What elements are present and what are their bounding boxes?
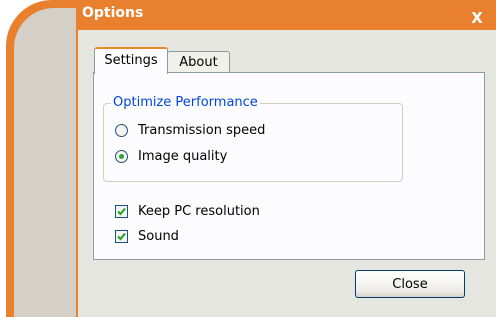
tab-settings[interactable]: Settings	[94, 47, 168, 74]
checkbox[interactable]	[115, 205, 128, 218]
checkmark-icon	[117, 232, 126, 241]
checkbox-keep-pc-resolution[interactable]: Keep PC resolution	[115, 204, 260, 219]
window-title: Options	[82, 5, 144, 21]
checkmark-icon	[117, 207, 126, 216]
optimize-performance-group	[103, 103, 403, 182]
tab-about[interactable]: About	[167, 51, 230, 74]
radio-label: Image quality	[138, 149, 228, 164]
frame-inner-edge	[14, 8, 76, 317]
optimize-performance-legend: Optimize Performance	[111, 95, 260, 110]
checkbox-sound[interactable]: Sound	[115, 229, 179, 244]
close-button[interactable]: Close	[355, 270, 465, 298]
checkbox-label: Sound	[138, 229, 179, 244]
radio-label: Transmission speed	[138, 123, 266, 138]
checkbox-label: Keep PC resolution	[138, 204, 260, 219]
window-close-icon[interactable]: X	[468, 10, 486, 26]
radio-image-quality[interactable]: Image quality	[115, 149, 227, 164]
checkbox[interactable]	[115, 230, 128, 243]
radio-button-selected[interactable]	[115, 150, 128, 163]
radio-transmission-speed[interactable]: Transmission speed	[115, 123, 265, 138]
radio-button[interactable]	[115, 124, 128, 137]
